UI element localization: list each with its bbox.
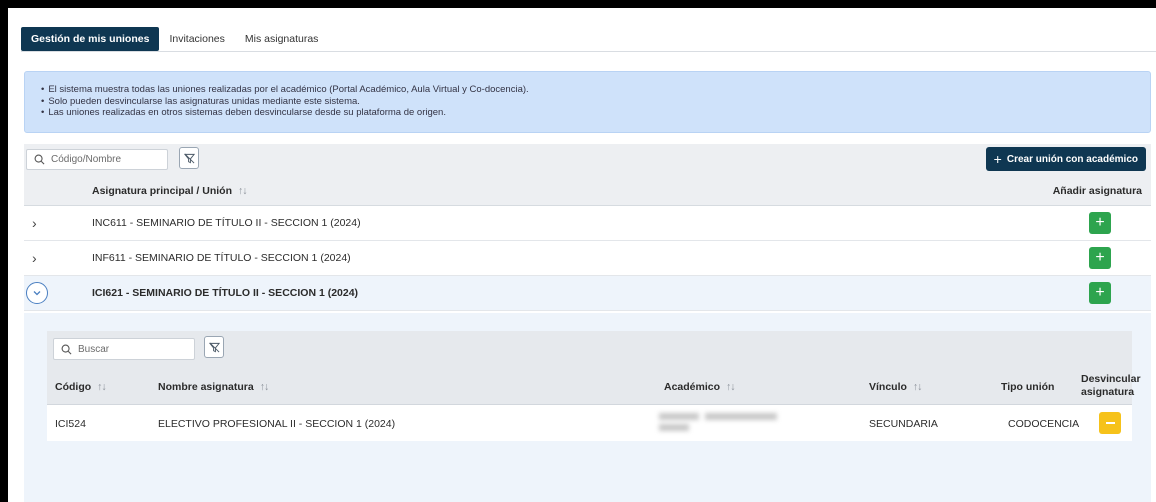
cell-code: ICI524 <box>55 418 86 430</box>
chevron-right-icon[interactable]: › <box>32 251 44 265</box>
sort-icon: ↑↓ <box>97 381 106 393</box>
col-unlink-label-2: asignatura <box>1081 386 1135 398</box>
add-subject-button[interactable]: + <box>1089 247 1111 269</box>
row-label: INC611 - SEMINARIO DE TÍTULO II - SECCIO… <box>92 217 361 229</box>
sort-icon: ↑↓ <box>912 381 922 393</box>
info-item: El sistema muestra todas las uniones rea… <box>41 84 1150 96</box>
tab-gestion-uniones[interactable]: Gestión de mis uniones <box>21 27 160 51</box>
col-type-header: Tipo unión <box>1001 381 1055 393</box>
info-item: Solo pueden desvincularse las asignatura… <box>41 96 1150 108</box>
add-subject-button[interactable]: + <box>1089 282 1111 304</box>
cell-name: ELECTIVO PROFESIONAL II - SECCION 1 (202… <box>158 418 396 430</box>
col-link-header[interactable]: Vínculo ↑↓ <box>869 381 922 393</box>
sort-icon: ↑↓ <box>238 185 247 197</box>
col-academic-label: Académico <box>664 381 721 393</box>
sort-icon: ↑↓ <box>726 381 735 393</box>
nested-toolbar <box>47 331 1132 369</box>
sort-icon: ↑↓ <box>259 381 269 393</box>
col-unlink-label-1: Desvincular <box>1081 373 1141 385</box>
col-academic-header[interactable]: Académico ↑↓ <box>664 381 735 393</box>
nested-search-box <box>53 338 195 360</box>
plus-icon: + <box>993 151 1002 167</box>
unlink-subject-button[interactable] <box>1099 412 1121 434</box>
nested-table: Código ↑↓ Nombre asignatura ↑↓ Académico ↑↓… <box>47 331 1141 441</box>
filter-off-icon <box>208 342 220 352</box>
add-subject-button[interactable]: + <box>1089 212 1111 234</box>
table-row: › INC611 - SEMINARIO DE TÍTULO II - SECC… <box>24 206 1151 241</box>
nested-filter-button[interactable] <box>204 336 224 358</box>
col-add-header: Añadir asignatura <box>1052 185 1142 197</box>
col-subject-header[interactable]: Asignatura principal / Unión ↑↓ <box>92 185 247 197</box>
tab-mis-asignaturas[interactable]: Mis asignaturas <box>235 27 329 51</box>
row-label: INF611 - SEMINARIO DE TÍTULO - SECCION 1… <box>92 252 351 264</box>
col-name-label: Nombre asignatura <box>158 381 254 393</box>
table-row: › INF611 - SEMINARIO DE TÍTULO - SECCION… <box>24 241 1151 276</box>
col-unlink-header: Desvincular asignatura <box>1081 373 1141 399</box>
chevron-right-icon[interactable]: › <box>32 216 44 230</box>
search-icon <box>61 344 72 354</box>
minus-icon <box>1105 422 1115 424</box>
filter-button[interactable] <box>179 147 199 169</box>
nested-search-input[interactable] <box>78 343 188 355</box>
expanded-detail-panel: Código ↑↓ Nombre asignatura ↑↓ Académico ↑↓… <box>24 313 1151 502</box>
cell-academic-redacted <box>655 411 785 437</box>
cell-type: CODOCENCIA <box>1008 418 1080 430</box>
create-union-button[interactable]: + Crear unión con académico <box>985 147 1146 171</box>
col-code-header[interactable]: Código ↑↓ <box>55 381 107 393</box>
cell-link: SECUNDARIA <box>869 418 938 430</box>
tab-invitaciones[interactable]: Invitaciones <box>159 27 234 51</box>
chevron-down-icon[interactable] <box>26 282 48 304</box>
nested-table-row: ICI524 ELECTIVO PROFESIONAL II - SECCION… <box>47 405 1132 441</box>
search-box <box>26 149 168 170</box>
table-row-expanded: ICI621 - SEMINARIO DE TÍTULO II - SECCIO… <box>24 276 1151 311</box>
filter-off-icon <box>183 153 195 163</box>
tabs-divider <box>21 51 1156 52</box>
nested-table-header: Código ↑↓ Nombre asignatura ↑↓ Académico ↑↓… <box>47 369 1141 405</box>
col-name-header[interactable]: Nombre asignatura ↑↓ <box>158 381 269 393</box>
table-toolbar: + Crear unión con académico <box>24 144 1151 176</box>
col-subject-label: Asignatura principal / Unión <box>92 185 233 197</box>
col-code-label: Código <box>55 381 92 393</box>
info-notice: El sistema muestra todas las uniones rea… <box>24 71 1151 133</box>
app-frame: Gestión de mis uniones Invitaciones Mis … <box>8 8 1156 502</box>
search-icon <box>34 154 45 165</box>
tab-bar: Gestión de mis uniones Invitaciones Mis … <box>21 27 328 51</box>
col-link-label: Vínculo <box>869 381 907 393</box>
info-item: Las uniones realizadas en otros sistemas… <box>41 107 1150 119</box>
search-input[interactable] <box>51 154 161 165</box>
table-header: Asignatura principal / Unión ↑↓ Añadir as… <box>24 176 1151 206</box>
create-union-label: Crear unión con académico <box>1006 153 1138 165</box>
row-label: ICI621 - SEMINARIO DE TÍTULO II - SECCIO… <box>92 287 359 299</box>
